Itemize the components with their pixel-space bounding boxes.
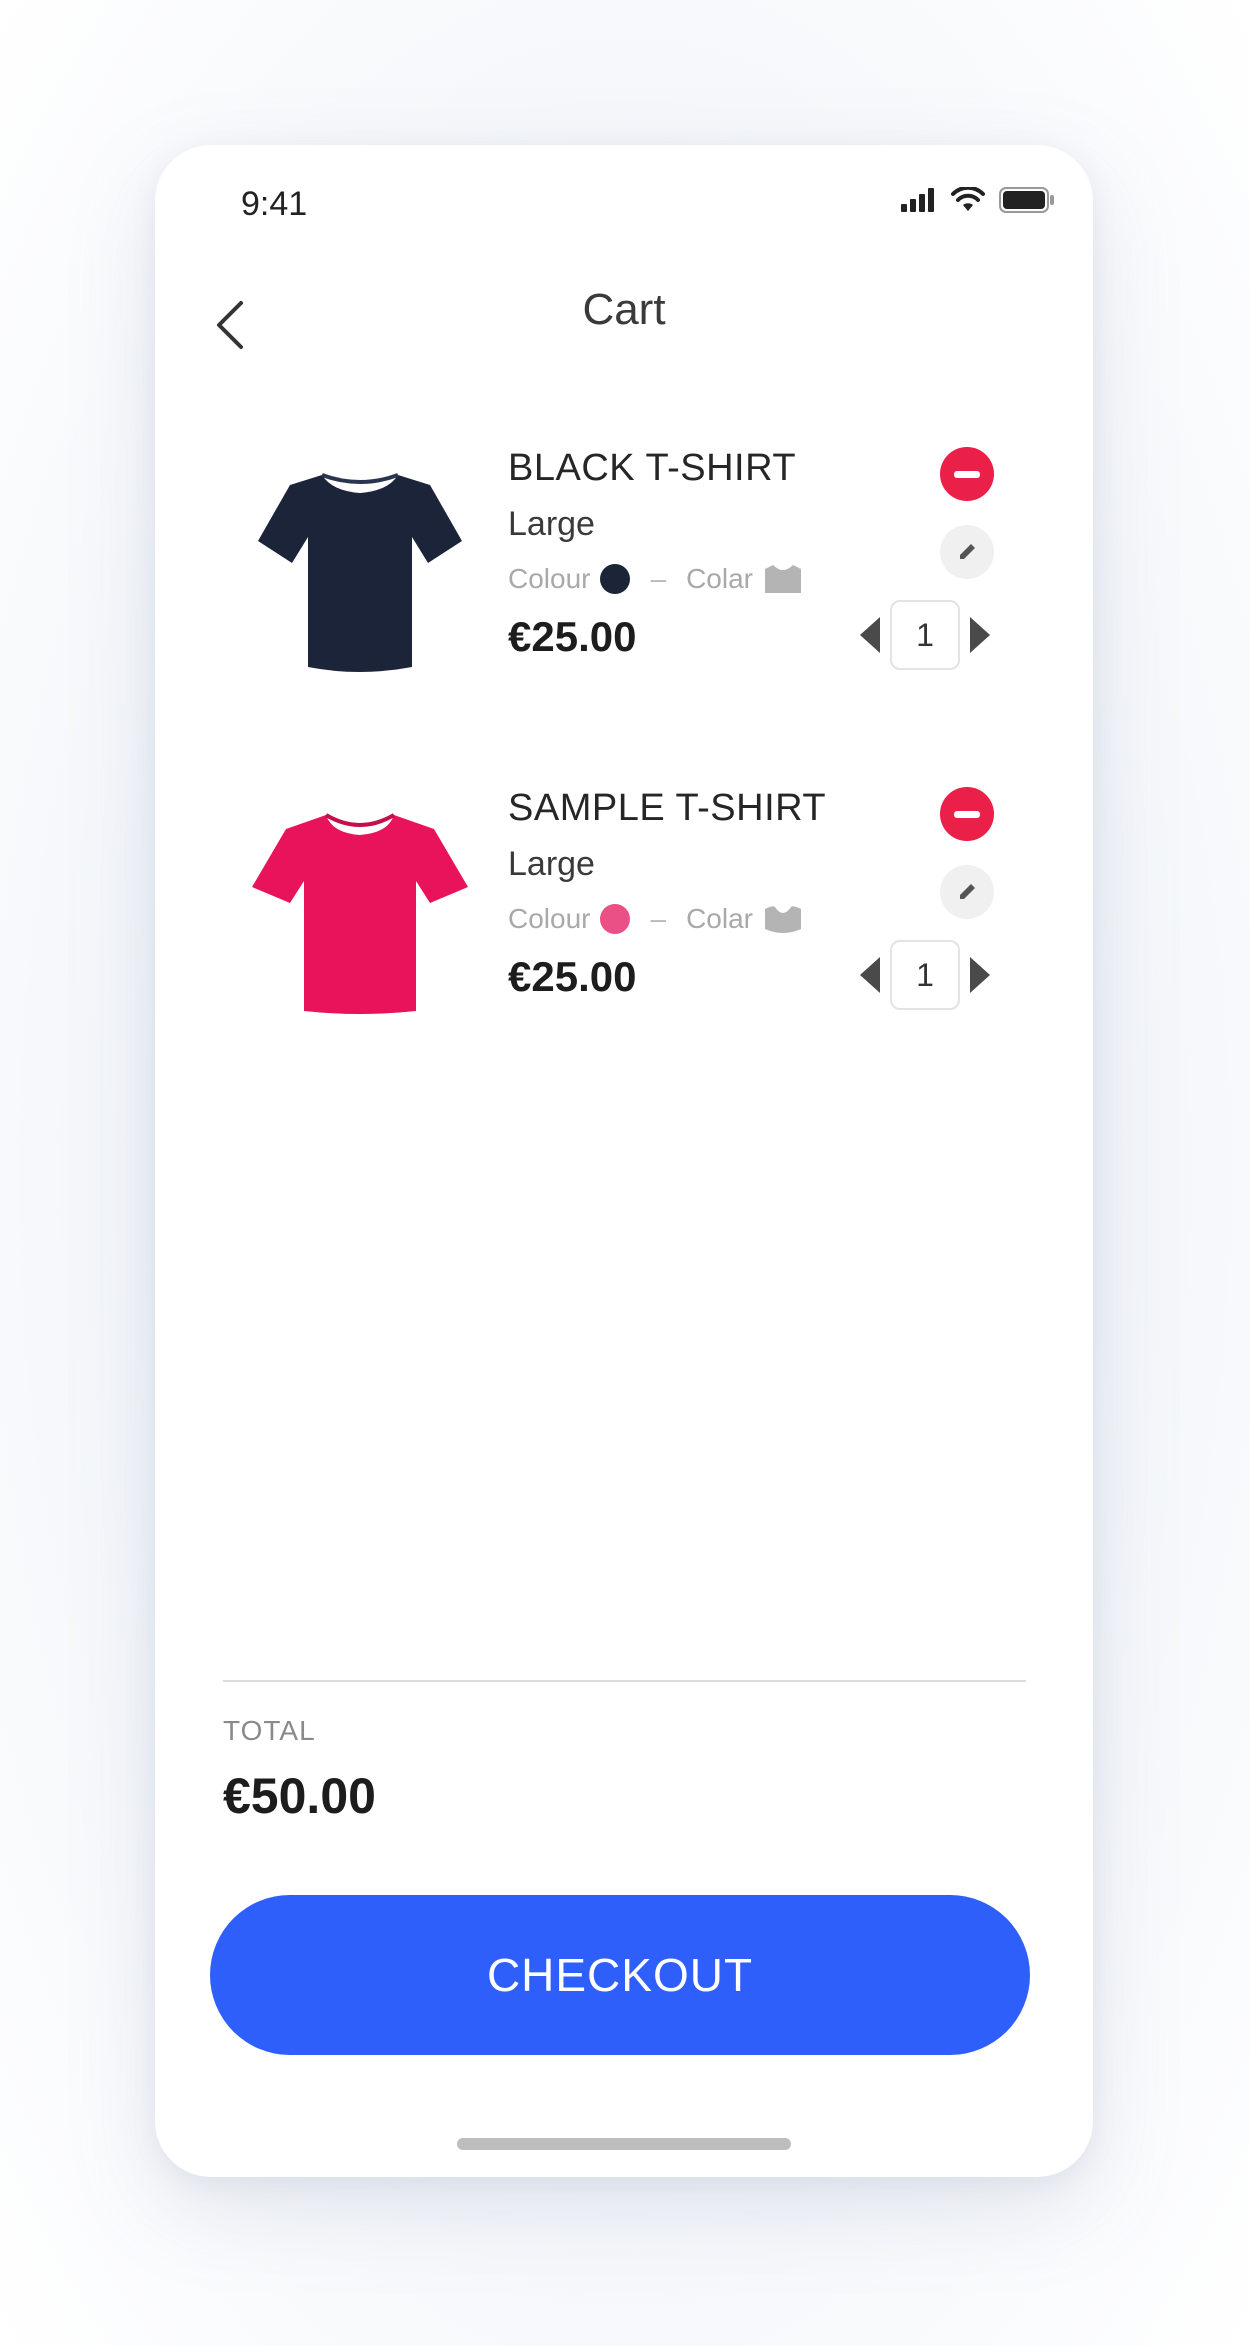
collar-icon <box>764 906 801 933</box>
home-indicator[interactable] <box>457 2138 791 2150</box>
item-size: Large <box>508 845 595 883</box>
product-image <box>252 813 468 1014</box>
quantity-stepper: 1 <box>860 940 990 1010</box>
collar-icon <box>764 565 801 593</box>
colour-label: Colour <box>508 563 591 594</box>
quantity-field[interactable]: 1 <box>890 600 960 670</box>
total-value: €50.00 <box>223 1768 376 1824</box>
edit-pencil-icon <box>960 884 975 899</box>
increment-arrow-icon[interactable] <box>970 957 990 993</box>
item-name: BLACK T-SHIRT <box>508 447 797 489</box>
item-price: €25.00 <box>508 953 637 1000</box>
decrement-arrow-icon[interactable] <box>860 617 880 653</box>
colour-label: Colour <box>508 903 591 934</box>
increment-arrow-icon[interactable] <box>970 617 990 653</box>
summary-divider <box>223 1680 1026 1682</box>
signal-icon <box>901 188 934 212</box>
item-price: €25.00 <box>508 613 637 660</box>
edit-pencil-icon <box>960 544 975 559</box>
status-time: 9:41 <box>241 185 308 223</box>
wifi-icon <box>951 187 985 211</box>
quantity-stepper: 1 <box>860 600 990 670</box>
cart-item: SAMPLE T-SHIRT Large Colour – Colar €25.… <box>155 775 1093 1035</box>
checkout-button[interactable]: CHECKOUT <box>210 1895 1030 2055</box>
cart-item: BLACK T-SHIRT Large Colour – Colar €25.0… <box>155 435 1093 695</box>
decrement-arrow-icon[interactable] <box>860 957 880 993</box>
option-separator: – <box>650 563 667 594</box>
colour-swatch <box>600 564 631 594</box>
option-separator: – <box>650 903 667 934</box>
status-icons <box>901 187 1055 213</box>
phone-frame: 9:41 Cart BLACK T-SHIRT Large Colour – C… <box>155 145 1093 2177</box>
item-options: Colour – Colar <box>508 903 803 935</box>
remove-icon[interactable] <box>940 447 994 501</box>
quantity-field[interactable]: 1 <box>890 940 960 1010</box>
collar-label: Colar <box>686 563 753 594</box>
item-name: SAMPLE T-SHIRT <box>508 787 827 829</box>
edit-button[interactable] <box>940 865 994 919</box>
battery-icon <box>999 187 1054 213</box>
total-label: TOTAL <box>223 1715 316 1746</box>
product-image <box>258 473 462 672</box>
colour-swatch <box>600 904 631 934</box>
edit-button[interactable] <box>940 525 994 579</box>
remove-icon[interactable] <box>940 787 994 841</box>
page-title: Cart <box>582 285 666 334</box>
collar-label: Colar <box>686 903 753 934</box>
item-size: Large <box>508 505 595 543</box>
item-options: Colour – Colar <box>508 563 803 595</box>
